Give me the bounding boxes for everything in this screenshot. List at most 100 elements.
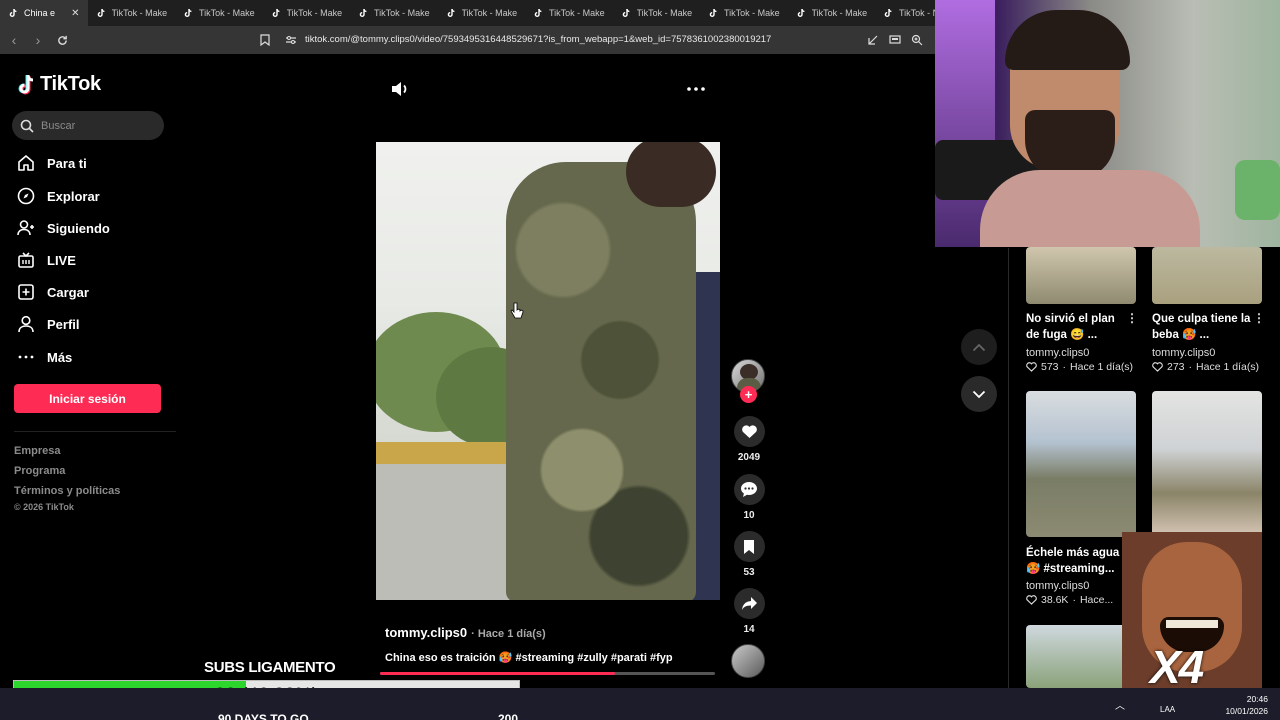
related-author-1[interactable]: tommy.clips0 [1026, 347, 1089, 359]
profile-icon [18, 315, 34, 333]
browser-tab[interactable]: TikTok - Make Y [175, 0, 263, 26]
related-likes-2: 273 [1167, 361, 1185, 373]
related-title-1[interactable]: No sirvió el plan de fuga 😅 ... [1026, 311, 1126, 343]
related-thumbnail-5[interactable] [1026, 625, 1136, 688]
nav-explorar[interactable]: Explorar [17, 187, 100, 205]
tray-expand-icon[interactable]: ︿ [1115, 697, 1125, 712]
zoom-icon[interactable] [908, 31, 926, 49]
tab-title: TikTok - Make Y [461, 8, 518, 18]
browser-tab[interactable]: TikTok - Make Y [525, 0, 613, 26]
related-author-2[interactable]: tommy.clips0 [1152, 347, 1215, 359]
browser-tab[interactable]: China e ✕ [0, 0, 88, 26]
video-author-name[interactable]: tommy.clips0 [385, 625, 467, 640]
more-dots-icon [18, 355, 34, 359]
language-indicator[interactable]: LAA [1160, 705, 1175, 714]
related-time-3: Hace... [1079, 594, 1114, 606]
nav-para-ti[interactable]: Para ti [17, 154, 87, 172]
next-video-avatar[interactable] [731, 644, 765, 678]
comment-button[interactable] [733, 474, 765, 505]
taskbar-clock[interactable]: 20:46 10/01/2026 [1224, 693, 1268, 717]
url-text[interactable]: tiktok.com/@tommy.clips0/video/759349531… [305, 34, 771, 45]
browser-tab[interactable]: TikTok - Make Y [613, 0, 701, 26]
cast-icon[interactable] [886, 31, 904, 49]
tiktok-favicon-icon [622, 8, 629, 17]
nav-label: LIVE [47, 252, 76, 268]
video-progress-bar[interactable] [380, 672, 715, 675]
comment-icon [741, 482, 757, 497]
browser-tab[interactable]: TikTok - Make Y [263, 0, 351, 26]
reload-icon[interactable] [52, 30, 72, 50]
save-action[interactable]: 53 [733, 531, 765, 578]
nav-label: Explorar [47, 188, 100, 204]
video-progress-fill [380, 672, 615, 675]
like-button[interactable] [733, 416, 765, 447]
like-action[interactable]: 2049 [733, 416, 765, 463]
heart-icon [741, 425, 757, 438]
browser-tab[interactable]: TikTok - Make Y [350, 0, 438, 26]
clock-date: 10/01/2026 [1225, 706, 1268, 716]
tiktok-favicon-icon [797, 8, 804, 17]
next-video-button[interactable] [961, 376, 997, 412]
browser-tab[interactable]: TikTok - Make Y [788, 0, 876, 26]
related-thumbnail-3[interactable] [1026, 391, 1136, 537]
video-post-time: · Hace 1 día(s) [471, 628, 546, 640]
nav-live[interactable]: LIVE [17, 251, 76, 269]
related-author-3[interactable]: tommy.clips0 [1026, 580, 1089, 592]
back-icon[interactable]: ‹ [4, 30, 24, 50]
related-thumbnail-1[interactable] [1026, 247, 1136, 304]
related-time-2: Hace 1 día(s) [1196, 361, 1260, 373]
follow-button[interactable]: + [740, 386, 757, 403]
browser-tab[interactable]: TikTok - Make Y [700, 0, 788, 26]
save-count: 53 [743, 567, 755, 578]
related-more-icon[interactable]: ⋮ [1253, 311, 1265, 325]
tiktok-logo[interactable]: TikTok [16, 73, 101, 96]
related-title-3[interactable]: Échele más agua 🥵 #streaming... [1026, 545, 1136, 577]
tiktok-favicon-icon [447, 8, 454, 17]
heart-outline-icon [1152, 362, 1163, 372]
footer-link-terminos[interactable]: Términos y políticas [14, 485, 120, 497]
tab-title: TikTok - Make Y [199, 8, 255, 18]
browser-tab[interactable]: TikTok - N [875, 0, 935, 26]
clock-time: 20:46 [1246, 694, 1268, 704]
tiktok-favicon-icon [184, 8, 192, 17]
meme-multiplier-text: X4 [1150, 641, 1204, 693]
search-box[interactable] [12, 111, 164, 140]
more-options-icon[interactable] [686, 84, 706, 94]
login-button[interactable]: Iniciar sesión [14, 384, 161, 413]
forward-icon[interactable]: › [28, 30, 48, 50]
nav-siguiendo[interactable]: Siguiendo [17, 219, 110, 237]
site-settings-icon[interactable] [282, 31, 300, 49]
comment-count: 10 [743, 510, 755, 521]
footer-link-empresa[interactable]: Empresa [14, 445, 60, 457]
bookmark-icon[interactable] [256, 31, 274, 49]
stats-separator: · [1188, 361, 1193, 373]
related-thumbnail-2[interactable] [1152, 247, 1262, 304]
reader-mode-icon[interactable] [864, 31, 882, 49]
copyright: © 2026 TikTok [14, 502, 74, 512]
nav-label: Más [47, 349, 73, 365]
search-input[interactable] [41, 119, 151, 132]
save-button[interactable] [733, 531, 765, 562]
related-stats-1: 573 · Hace 1 día(s) [1026, 361, 1133, 373]
related-title-2[interactable]: Que culpa tiene la beba 🥵 ... [1152, 311, 1252, 343]
footer-link-programa[interactable]: Programa [14, 465, 65, 477]
volume-icon[interactable] [390, 80, 410, 98]
previous-video-button[interactable] [961, 329, 997, 365]
related-more-icon[interactable]: ⋮ [1126, 311, 1138, 325]
tab-title: TikTok - Make Y [549, 8, 605, 18]
comment-action[interactable]: 10 [733, 474, 765, 521]
nav-cargar[interactable]: Cargar [17, 283, 89, 301]
browser-tab[interactable]: TikTok - Make Y [88, 0, 176, 26]
share-button[interactable] [733, 588, 765, 619]
live-icon [18, 252, 34, 268]
close-tab-icon[interactable]: ✕ [71, 8, 79, 19]
nav-mas[interactable]: Más [17, 348, 72, 366]
related-thumbnail-4[interactable] [1152, 391, 1262, 537]
tab-title: TikTok - Make Y [811, 8, 868, 18]
browser-tab[interactable]: TikTok - Make Y [438, 0, 526, 26]
sidebar-divider [14, 431, 176, 432]
share-action[interactable]: 14 [733, 588, 765, 635]
video-player[interactable] [376, 142, 720, 600]
like-count: 2049 [737, 452, 761, 463]
nav-perfil[interactable]: Perfil [17, 315, 80, 333]
